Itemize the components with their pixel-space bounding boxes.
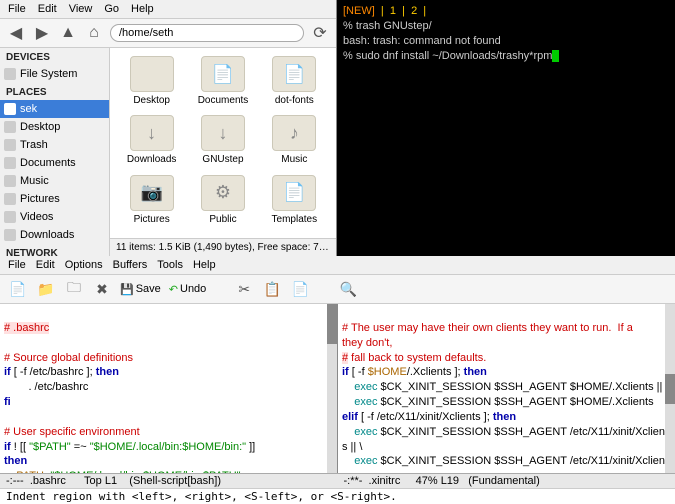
folder-icon: 📄 xyxy=(272,56,316,92)
fm-statusbar: 11 items: 1.5 KiB (1,490 bytes), Free sp… xyxy=(110,238,336,256)
ed-menu-tools[interactable]: Tools xyxy=(157,259,183,271)
ed-toolbar: 📄 📁 🗀 ✖ 💾Save ↶Undo ✂ 📋 📄 🔍 xyxy=(0,275,675,304)
up-button[interactable]: ▲ xyxy=(58,23,78,43)
status-right: -:**- .xinitrc 47% L19 (Fundamental) xyxy=(338,474,675,488)
cursor-icon xyxy=(552,50,559,62)
fm-menu-view[interactable]: View xyxy=(69,3,93,15)
reload-button[interactable]: ⟳ xyxy=(310,23,330,43)
ed-menu-help[interactable]: Help xyxy=(193,259,216,271)
ed-menubar: File Edit Options Buffers Tools Help xyxy=(0,256,675,275)
folder-public[interactable]: ⚙ Public xyxy=(189,175,256,230)
copy-icon[interactable]: 📋 xyxy=(262,279,282,299)
sidebar-item-music[interactable]: Music xyxy=(0,172,109,190)
folder-label: Documents xyxy=(198,95,249,106)
home-button[interactable]: ⌂ xyxy=(84,23,104,43)
ed-menu-options[interactable]: Options xyxy=(65,259,103,271)
folder-label: dot-fonts xyxy=(275,95,314,106)
scrollbar[interactable] xyxy=(665,304,675,473)
fm-toolbar: ◀ ▶ ▲ ⌂ /home/seth ⟳ xyxy=(0,19,336,48)
editor: File Edit Options Buffers Tools Help 📄 📁… xyxy=(0,256,675,504)
folder-label: Desktop xyxy=(133,95,170,106)
sidebar-item-documents[interactable]: Documents xyxy=(0,154,109,172)
folder-icon: 📄 xyxy=(201,56,245,92)
folder-label: GNUstep xyxy=(202,154,243,165)
folder-documents[interactable]: 📄 Documents xyxy=(189,56,256,111)
save-button[interactable]: 💾Save xyxy=(120,283,161,296)
folder-label: Templates xyxy=(272,214,318,225)
fm-menu-edit[interactable]: Edit xyxy=(38,3,57,15)
close-icon[interactable]: ✖ xyxy=(92,279,112,299)
back-button[interactable]: ◀ xyxy=(6,23,26,43)
folder-icon: ⚙ xyxy=(201,175,245,211)
folder-gnustep[interactable]: ↓ GNUstep xyxy=(189,115,256,170)
file-manager: File Edit View Go Help ◀ ▶ ▲ ⌂ /home/set… xyxy=(0,0,337,256)
new-file-icon[interactable]: 📄 xyxy=(8,279,28,299)
open-icon[interactable]: 📁 xyxy=(36,279,56,299)
folder-icon: ↓ xyxy=(201,115,245,151)
folder-icon: 📷 xyxy=(130,175,174,211)
ed-menu-buffers[interactable]: Buffers xyxy=(113,259,148,271)
fm-menu-go[interactable]: Go xyxy=(104,3,119,15)
status-left: -:--- .bashrc Top L1 (Shell-script[bash]… xyxy=(0,474,338,488)
ed-right-pane[interactable]: # The user may have their own clients th… xyxy=(338,304,675,473)
sidebar-item-pictures[interactable]: Pictures xyxy=(0,190,109,208)
folder-icon: ↓ xyxy=(130,115,174,151)
folder-icon: 📄 xyxy=(272,175,316,211)
folder-label: Pictures xyxy=(134,214,170,225)
sidebar-item-desktop[interactable]: Desktop xyxy=(0,118,109,136)
folder-downloads[interactable]: ↓ Downloads xyxy=(118,115,185,170)
ed-left-pane[interactable]: # .bashrc # Source global definitions if… xyxy=(0,304,338,473)
sidebar-item-videos[interactable]: Videos xyxy=(0,208,109,226)
ed-minibuffer[interactable]: Indent region with <left>, <right>, <S-l… xyxy=(0,488,675,504)
paste-icon[interactable]: 📄 xyxy=(290,279,310,299)
folder-label: Downloads xyxy=(127,154,176,165)
cut-icon[interactable]: ✂ xyxy=(234,279,254,299)
folder-music[interactable]: ♪ Music xyxy=(261,115,328,170)
fm-menu-file[interactable]: File xyxy=(8,3,26,15)
term-line: bash: trash: command not found xyxy=(343,34,669,49)
folder-dotfonts[interactable]: 📄 dot-fonts xyxy=(261,56,328,111)
folder-icon: ♪ xyxy=(272,115,316,151)
ed-statusbar: -:--- .bashrc Top L1 (Shell-script[bash]… xyxy=(0,473,675,488)
fm-menu-help[interactable]: Help xyxy=(131,3,154,15)
ed-menu-file[interactable]: File xyxy=(8,259,26,271)
folder-pictures[interactable]: 📷 Pictures xyxy=(118,175,185,230)
sidebar-hdr-network: NETWORK xyxy=(0,244,109,256)
folder-desktop[interactable]: Desktop xyxy=(118,56,185,111)
search-icon[interactable]: 🔍 xyxy=(338,279,358,299)
term-line: % trash GNUstep/ xyxy=(343,19,669,34)
save-icon: 💾 xyxy=(120,283,134,296)
scrollbar[interactable] xyxy=(327,304,337,473)
undo-icon: ↶ xyxy=(169,283,178,296)
forward-button[interactable]: ▶ xyxy=(32,23,52,43)
path-bar[interactable]: /home/seth xyxy=(110,24,304,42)
folder-icon xyxy=(130,56,174,92)
folder-label: Public xyxy=(209,214,236,225)
term-new-tag: [NEW] xyxy=(343,5,375,17)
terminal[interactable]: [NEW] | 1 | 2 | % trash GNUstep/ bash: t… xyxy=(337,0,675,256)
folder-icon[interactable]: 🗀 xyxy=(64,279,84,299)
sidebar-item-filesystem[interactable]: File System xyxy=(0,65,109,83)
folder-templates[interactable]: 📄 Templates xyxy=(261,175,328,230)
sidebar-item-downloads[interactable]: Downloads xyxy=(0,226,109,244)
fm-icon-grid: Desktop 📄 Documents 📄 dot-fonts ↓ Downloads… xyxy=(110,48,336,238)
term-tabs: | 1 | 2 | xyxy=(375,5,426,17)
sidebar-hdr-places: PLACES xyxy=(0,83,109,100)
ed-menu-edit[interactable]: Edit xyxy=(36,259,55,271)
sidebar-item-trash[interactable]: Trash xyxy=(0,136,109,154)
undo-button[interactable]: ↶Undo xyxy=(169,283,207,296)
fm-sidebar: DEVICES File System PLACES sek Desktop T… xyxy=(0,48,110,256)
sidebar-item-home[interactable]: sek xyxy=(0,100,109,118)
sidebar-hdr-devices: DEVICES xyxy=(0,48,109,65)
fm-menubar: File Edit View Go Help xyxy=(0,0,336,19)
folder-label: Music xyxy=(281,154,307,165)
term-line: % sudo dnf install ~/Downloads/trashy*rp… xyxy=(343,49,669,64)
